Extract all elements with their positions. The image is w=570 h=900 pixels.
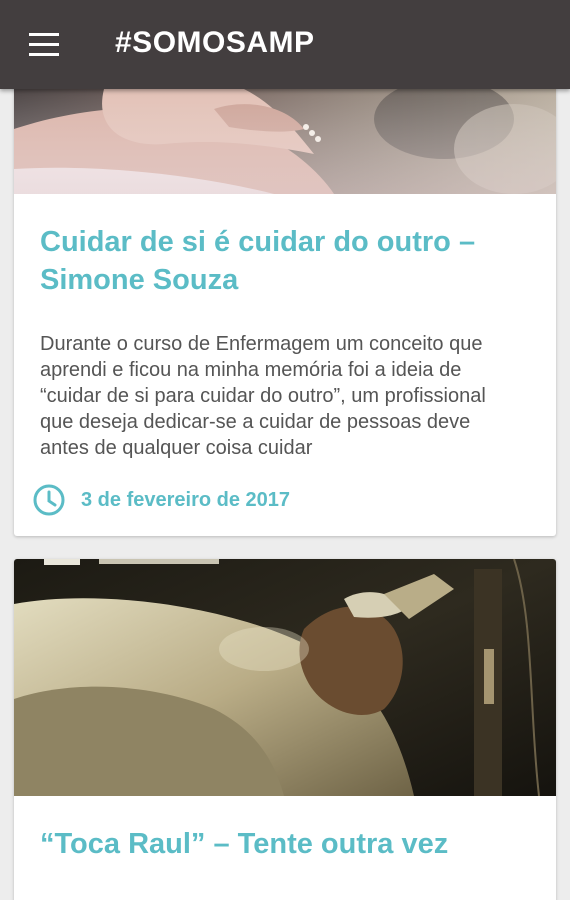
clock-icon: [33, 484, 65, 516]
post-image[interactable]: [14, 559, 556, 796]
post-excerpt: Durante o curso de Enfermagem um conceit…: [40, 333, 486, 459]
post-title[interactable]: Cuidar de si é cuidar do outro – Simone …: [40, 223, 530, 299]
post-image[interactable]: [14, 89, 556, 194]
post-feed[interactable]: Cuidar de si é cuidar do outro – Simone …: [0, 89, 570, 900]
post-card[interactable]: “Toca Raul” – Tente outra vez: [14, 559, 556, 900]
post-title[interactable]: “Toca Raul” – Tente outra vez: [40, 825, 530, 863]
post-meta: 3 de fevereiro de 2017: [32, 483, 332, 517]
hamburger-menu-icon[interactable]: [22, 28, 66, 62]
post-date: 3 de fevereiro de 2017: [81, 489, 291, 511]
app-bar: #SOMOSAMP: [0, 0, 570, 89]
app-title: #SOMOSAMP: [115, 26, 315, 59]
post-card[interactable]: Cuidar de si é cuidar do outro – Simone …: [14, 89, 556, 536]
